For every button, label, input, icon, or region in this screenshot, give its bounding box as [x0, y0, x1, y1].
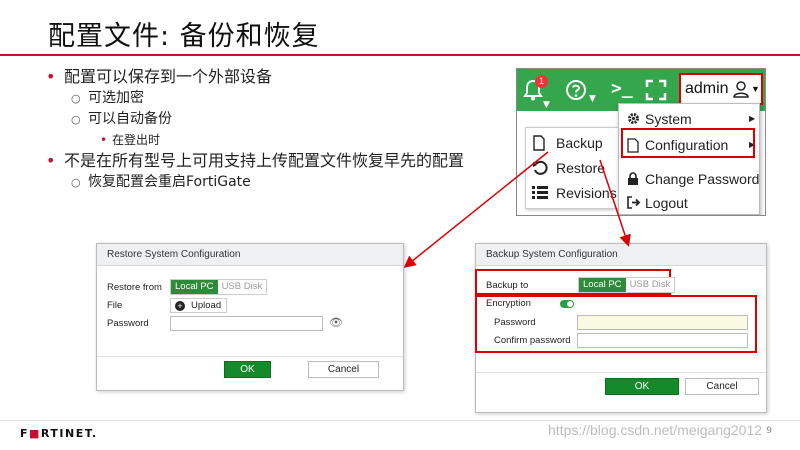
backup-target-toggle: Local PC USB Disk [578, 277, 676, 293]
notification-badge: 1 [535, 75, 548, 88]
help-button[interactable]: ▼ [565, 75, 596, 104]
usb-disk-option[interactable]: USB Disk [625, 278, 675, 292]
bullet-list: 配置可以保存到一个外部设备 可选加密 可以自动备份 在登出时 不是在所有型号上可… [40, 66, 530, 193]
title-divider [0, 54, 800, 56]
logo-text: F [20, 427, 30, 440]
gear-icon [628, 113, 639, 124]
cancel-button[interactable]: Cancel [685, 378, 759, 395]
restore-source-toggle: Local PC USB Disk [170, 279, 268, 295]
sub-bullet-item: 可选加密 [40, 88, 530, 109]
admin-label: admin [685, 80, 729, 97]
dialog-footer-divider [97, 356, 403, 357]
menu-item-label: System [645, 111, 692, 127]
restore-config-dialog: Restore System Configuration Restore fro… [96, 243, 404, 391]
submenu-item-restore[interactable]: Restore [532, 157, 605, 179]
submenu-item-label: Restore [556, 160, 606, 176]
slide-title: 配置文件: 备份和恢复 [48, 21, 320, 52]
submenu-item-backup[interactable]: Backup [532, 132, 603, 154]
page-number: 9 [766, 426, 772, 436]
encryption-toggle[interactable] [560, 300, 574, 308]
password-label: Password [494, 317, 536, 328]
menu-item-system[interactable]: System ▶ [625, 108, 755, 130]
encryption-label: Encryption [486, 298, 531, 309]
restore-from-label: Restore from [107, 282, 162, 293]
cli-console-button[interactable]: >_ [611, 75, 633, 103]
menu-item-label: Logout [645, 195, 688, 211]
local-pc-option[interactable]: Local PC [579, 278, 626, 292]
logout-icon [627, 196, 641, 209]
file-label: File [107, 300, 123, 311]
fullscreen-button[interactable] [645, 79, 667, 101]
notification-button[interactable]: 1 ▼ [521, 75, 550, 110]
fortinet-logo: F■RTINET. [20, 427, 98, 440]
watermark: https://blog.csdn.net/meigang2012 [548, 422, 763, 438]
plus-icon: + [175, 301, 185, 311]
password-label: Password [107, 318, 149, 329]
submenu-item-revisions[interactable]: Revisions [532, 182, 617, 204]
confirm-password-label: Confirm password [494, 335, 571, 346]
sub-bullet-item: 恢复配置会重启FortiGate [40, 172, 530, 193]
bullet-item: 不是在所有型号上可用支持上传配置文件恢复早先的配置 [40, 150, 530, 172]
local-pc-option[interactable]: Local PC [171, 280, 218, 294]
backup-to-label: Backup to [486, 280, 529, 291]
logo-text: RTINET. [40, 427, 98, 440]
admin-user-button[interactable]: admin ▼ [679, 73, 763, 105]
ok-button[interactable]: OK [224, 361, 271, 378]
configuration-submenu: Backup Restore Revisions [525, 127, 620, 209]
dialog-footer-divider [476, 372, 766, 373]
file-icon [533, 135, 545, 151]
ok-button[interactable]: OK [605, 378, 679, 395]
menu-item-change-password[interactable]: Change Password [625, 168, 759, 190]
chevron-right-icon: ▶ [749, 114, 756, 123]
sub-bullet-item: 可以自动备份 [40, 109, 530, 130]
confirm-password-field[interactable] [577, 333, 748, 348]
upload-label: Upload [191, 300, 222, 311]
list-icon [532, 186, 548, 199]
backup-password-field[interactable] [577, 315, 748, 330]
chevron-down-icon: ▼ [543, 100, 550, 110]
logo-accent: ■ [29, 427, 41, 440]
admin-dropdown-menu: System ▶ Configuration ▶ Change Password… [618, 103, 760, 215]
restore-password-field[interactable] [170, 316, 323, 331]
eye-icon[interactable]: 👁 [329, 316, 343, 329]
help-icon [566, 80, 586, 100]
sub-sub-bullet-item: 在登出时 [40, 130, 530, 150]
submenu-item-label: Backup [556, 135, 603, 151]
dialog-title: Backup System Configuration [476, 244, 766, 266]
submenu-item-label: Revisions [556, 185, 617, 201]
footer-divider [0, 420, 800, 421]
configuration-highlight-box [621, 128, 755, 158]
usb-disk-option[interactable]: USB Disk [217, 280, 267, 294]
restore-icon [533, 160, 548, 175]
lock-icon [628, 172, 638, 185]
chevron-down-icon: ▼ [589, 94, 596, 104]
chevron-down-icon: ▼ [751, 84, 760, 94]
dialog-title: Restore System Configuration [97, 244, 403, 266]
backup-config-dialog: Backup System Configuration Backup to Lo… [475, 243, 767, 413]
upload-button[interactable]: + Upload [170, 298, 228, 313]
user-icon [733, 81, 749, 98]
cancel-button[interactable]: Cancel [308, 361, 379, 378]
fortigate-menu-screenshot: 1 ▼ ▼ >_ admin ▼ Backup Restore Revision… [516, 68, 766, 216]
bullet-item: 配置可以保存到一个外部设备 [40, 66, 530, 88]
fullscreen-icon [645, 79, 667, 101]
menu-item-logout[interactable]: Logout [625, 192, 688, 214]
menu-item-label: Change Password [645, 171, 760, 187]
